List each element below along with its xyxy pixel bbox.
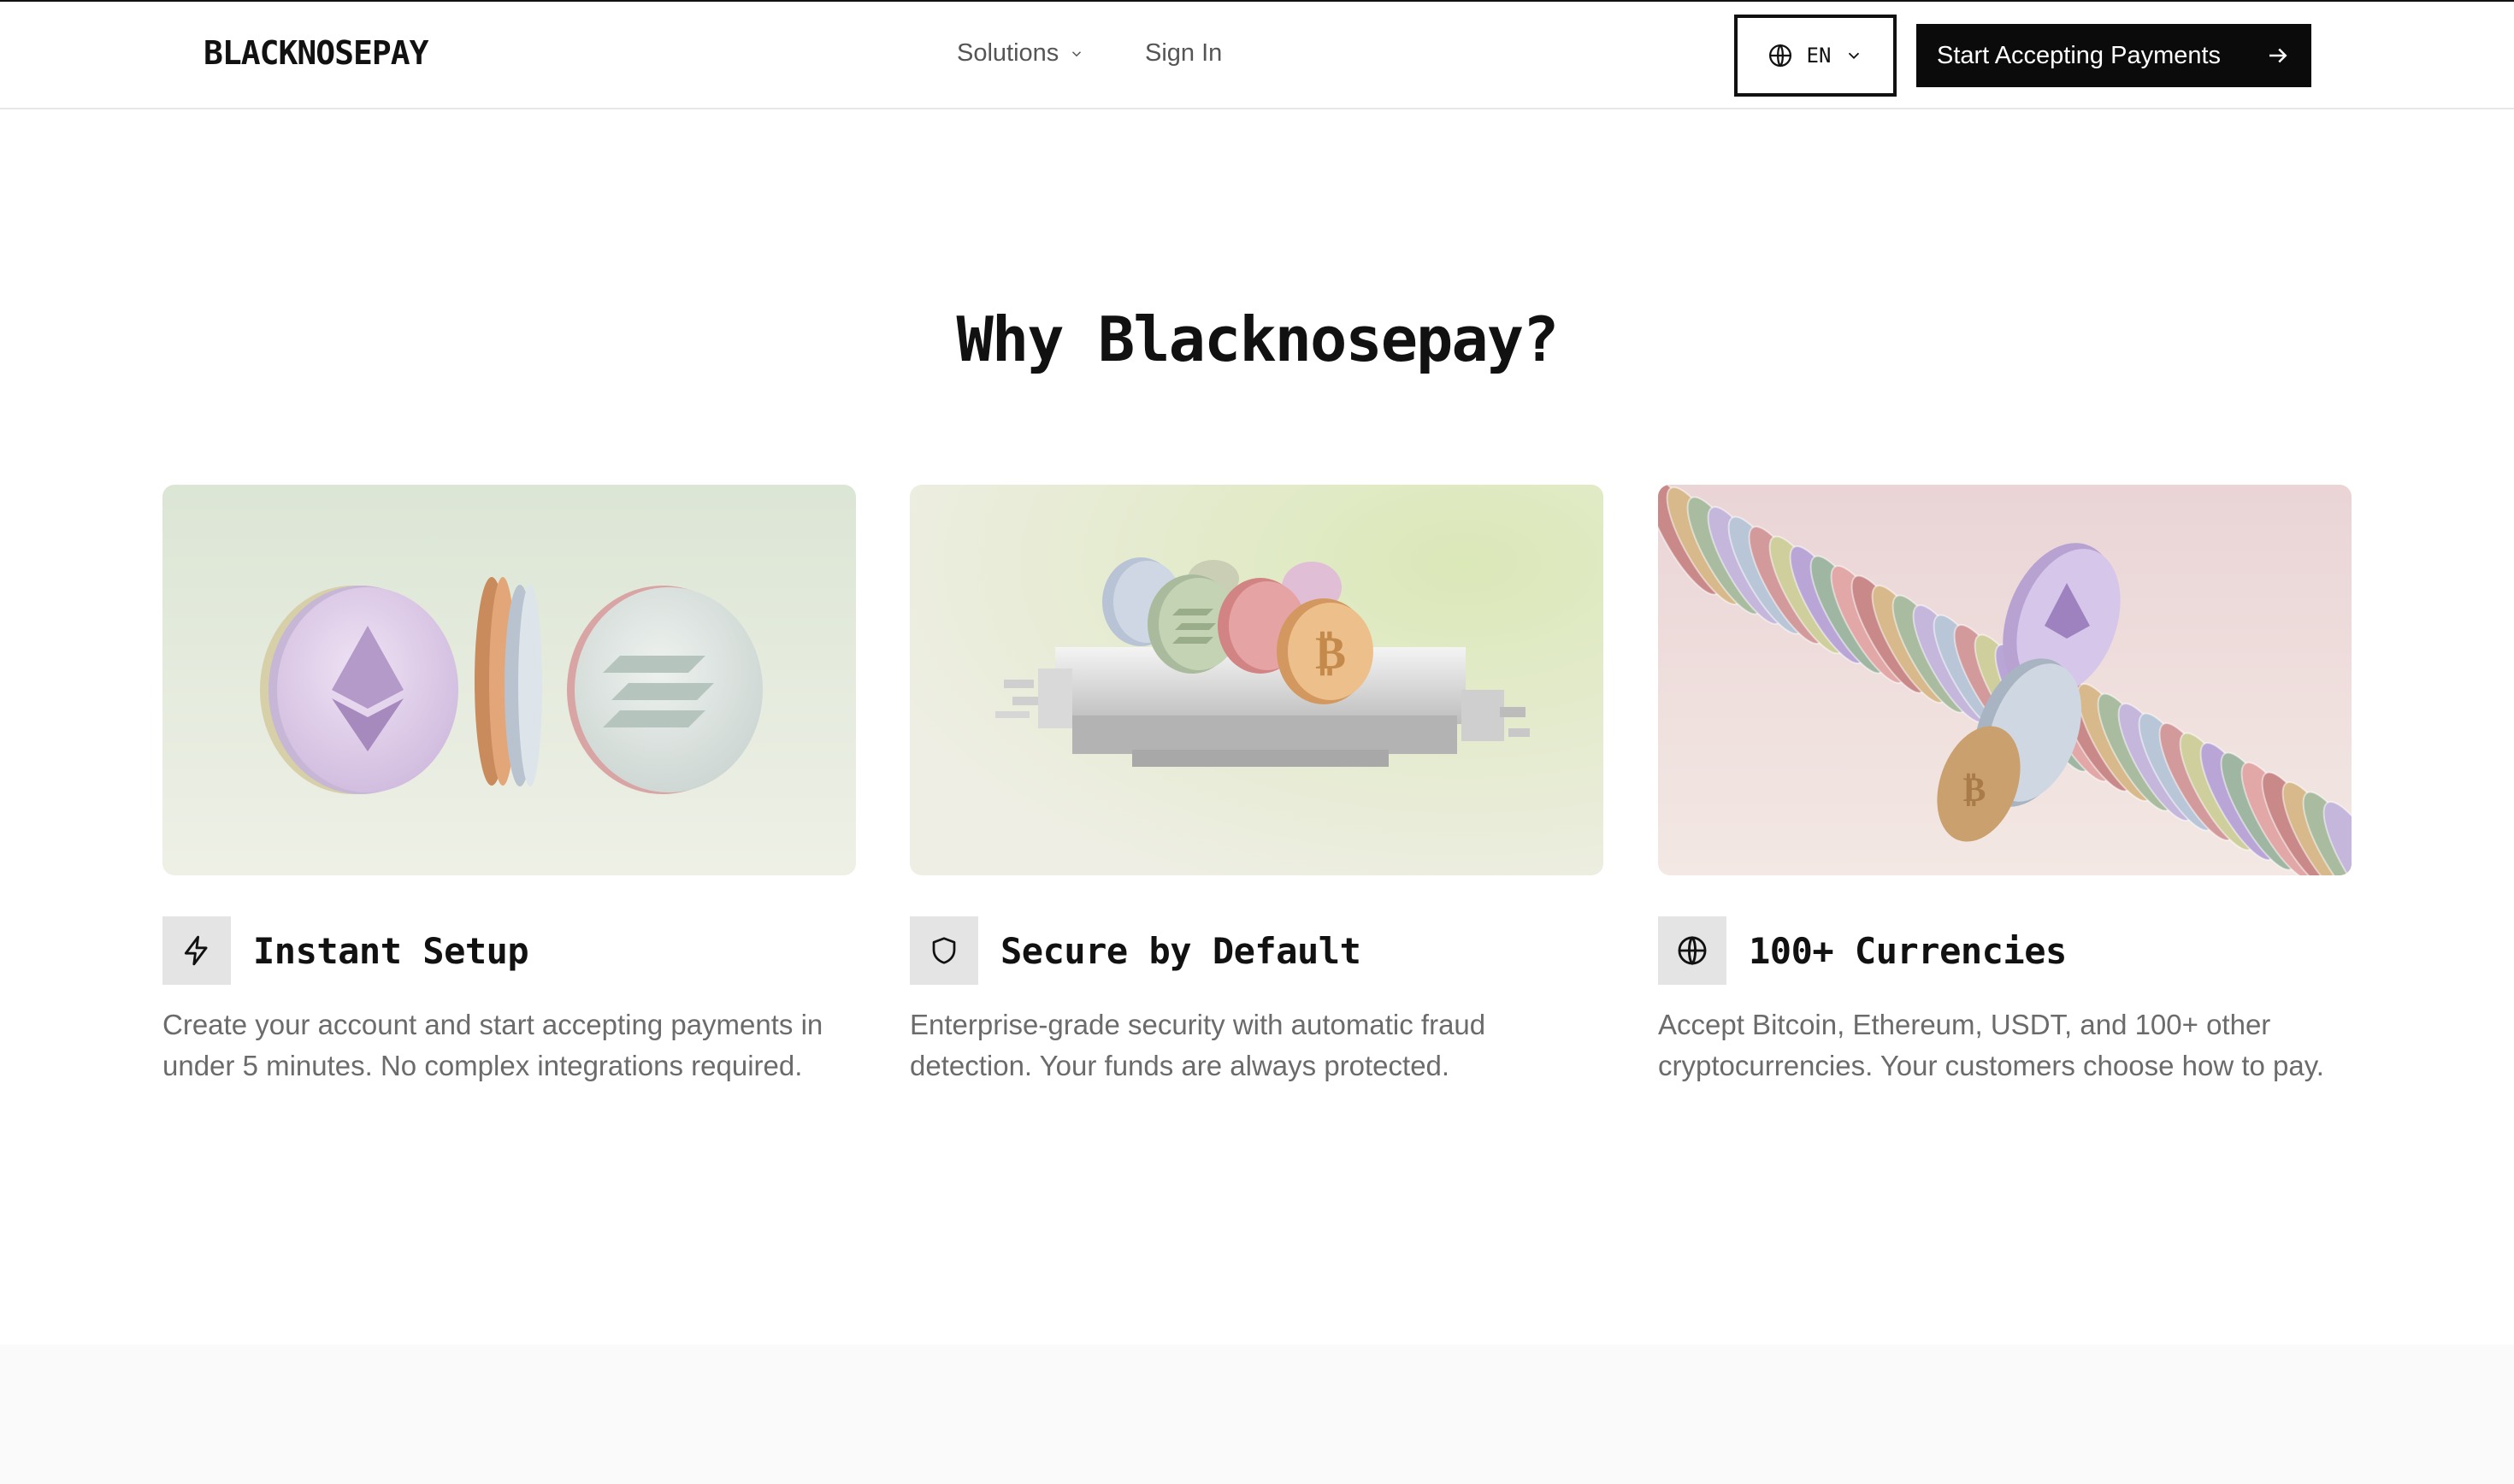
section-heading: Why Blacknosepay? <box>956 303 1560 375</box>
feature-title: Secure by Default <box>1000 929 1361 972</box>
cta-label: Start Accepting Payments <box>1937 41 2222 69</box>
chevron-down-icon <box>1072 50 1082 56</box>
start-accepting-payments-button[interactable]: Start Accepting Payments <box>1916 24 2311 87</box>
arrow-right-icon <box>2269 48 2287 63</box>
feature-card-secure-by-default: ₿ Secure by Default Enterprise-grade sec… <box>910 485 1603 1081</box>
next-section-band <box>0 1345 2514 1484</box>
feature-title: Instant Setup <box>253 929 529 972</box>
globe-icon <box>1768 44 1791 68</box>
feature-description: Accept Bitcoin, Ethereum, USDT, and 100+… <box>1658 1009 2324 1081</box>
feature-header: Instant Setup <box>162 916 529 985</box>
lightning-icon <box>162 916 231 985</box>
feature-description: Create your account and start accepting … <box>162 1009 823 1081</box>
svg-text:₿: ₿ <box>1963 770 1986 810</box>
language-selector[interactable]: EN <box>1734 15 1897 97</box>
coins-illustration <box>162 485 856 875</box>
coin-roll-illustration: ₿ <box>1658 485 2352 875</box>
feature-header: Secure by Default <box>910 916 1361 985</box>
chevron-down-icon <box>1849 52 1860 60</box>
feature-header: 100+ Currencies <box>1658 916 2067 985</box>
shield-icon <box>910 916 978 985</box>
feature-title: 100+ Currencies <box>1749 929 2067 972</box>
language-code: EN <box>1806 44 1832 68</box>
feature-card-currencies: ₿ 100+ Currencies Accept Bitcoin, Ethere… <box>1658 485 2352 1081</box>
globe-icon <box>1658 916 1726 985</box>
feature-description: Enterprise-grade security with automatic… <box>910 1009 1486 1081</box>
nav-solutions-label: Solutions <box>957 39 1059 67</box>
brand-logo[interactable]: BLACKNOSEPAY <box>204 34 429 72</box>
nav-sign-in-link[interactable]: Sign In <box>1145 39 1222 68</box>
nav-solutions-dropdown[interactable]: Solutions <box>957 39 1084 68</box>
svg-text:₿: ₿ <box>1315 626 1346 680</box>
coins-on-block-illustration: ₿ <box>910 485 1603 875</box>
top-navigation: BLACKNOSEPAY Solutions Sign In EN Start … <box>0 2 2514 109</box>
feature-card-instant-setup: Instant Setup Create your account and st… <box>162 485 856 1081</box>
